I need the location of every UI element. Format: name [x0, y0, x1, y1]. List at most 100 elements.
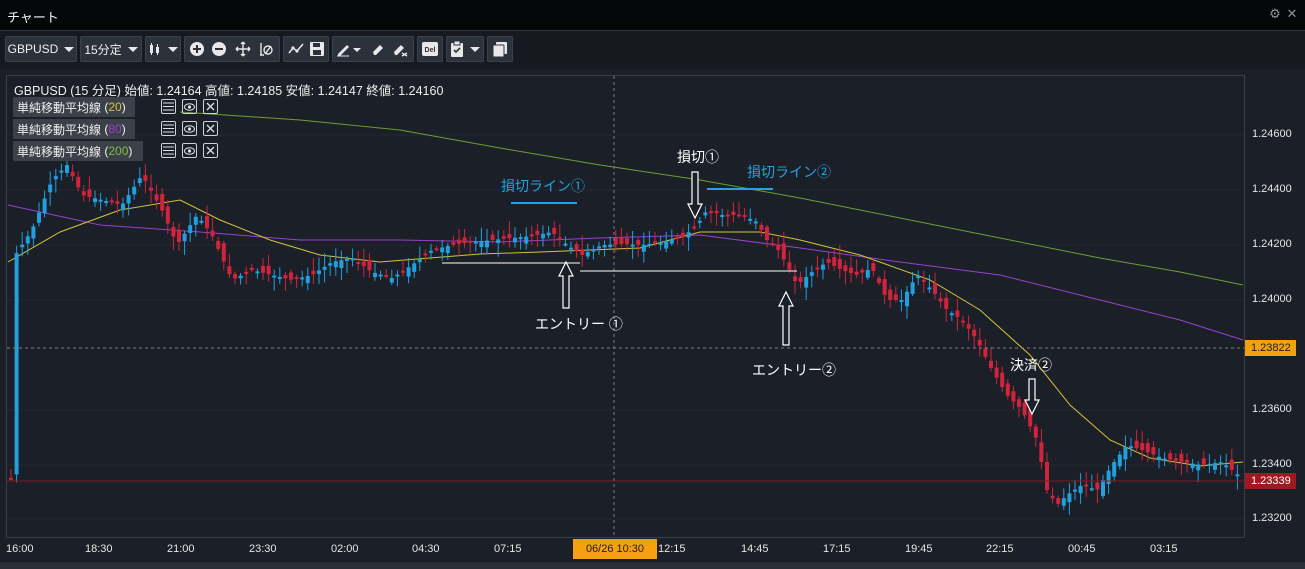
indicator-settings-icon[interactable] — [161, 99, 176, 114]
candle-body — [1229, 459, 1234, 470]
indicator-remove-icon[interactable] — [203, 99, 218, 114]
candle-body — [367, 259, 372, 271]
indicator-visibility-icon[interactable] — [182, 121, 197, 136]
candle-body — [423, 253, 428, 256]
candle-body — [233, 274, 237, 279]
indicator-remove-icon[interactable] — [203, 143, 218, 158]
candle-body — [787, 262, 792, 270]
candle-body — [1185, 459, 1189, 463]
indicator-row-sma20[interactable]: 単純移動平均線 (20) — [13, 97, 135, 117]
candle-body — [731, 211, 736, 215]
candle-body — [1033, 426, 1038, 438]
indicator-remove-icon[interactable] — [203, 121, 218, 136]
entry-2-label: エントリー② — [752, 362, 836, 378]
indicator-visibility-icon[interactable] — [182, 99, 197, 114]
candle-body — [703, 212, 708, 216]
entry-1-label: エントリー ① — [535, 316, 623, 332]
candle-body — [821, 264, 825, 270]
candle-body — [53, 176, 58, 180]
candle-body — [160, 193, 165, 211]
candle-body — [31, 226, 36, 239]
candle-body — [445, 246, 450, 254]
indicator-visibility-icon[interactable] — [182, 143, 197, 158]
candle-body — [569, 247, 573, 250]
candle-body — [809, 272, 814, 276]
candle-body — [9, 477, 13, 480]
candle-body — [893, 294, 898, 300]
candle-body — [1067, 493, 1072, 503]
candle-body — [826, 258, 831, 263]
candle-body — [406, 267, 411, 277]
last-price-tag: 1.23339 — [1245, 473, 1296, 489]
candle-body — [597, 246, 601, 249]
indicator-row-sma200[interactable]: 単純移動平均線 (200) — [13, 141, 143, 161]
candle-body — [171, 226, 176, 237]
indicator-period: 20 — [108, 100, 122, 114]
candle-body — [709, 211, 713, 214]
candle-body — [1056, 498, 1061, 504]
price-tick: 1.23400 — [1252, 458, 1292, 470]
stoploss-1-label: 損切① — [677, 149, 719, 165]
candle-body — [557, 237, 562, 240]
candle-body — [815, 267, 820, 270]
candle-body — [1011, 391, 1016, 402]
candle-body — [48, 184, 53, 193]
candle-body — [1061, 498, 1066, 506]
ohlc-values: 始値: 1.24164 高値: 1.24185 安値: 1.24147 終値: … — [124, 84, 444, 98]
candle-body — [1213, 463, 1217, 470]
candle-body — [994, 367, 999, 378]
candle-body — [126, 195, 131, 204]
candle-body — [681, 232, 685, 238]
candle-body — [1073, 489, 1077, 492]
candle-body — [42, 198, 47, 214]
candle-body — [1140, 443, 1145, 451]
candle-body — [748, 218, 753, 221]
candle-body — [182, 233, 187, 242]
time-tick: 17:15 — [823, 543, 851, 555]
candle-body — [322, 266, 327, 270]
cursor-price-tag: 1.23822 — [1245, 340, 1296, 356]
candle-body — [434, 248, 439, 251]
candle-body — [165, 206, 170, 224]
candle-body — [910, 282, 915, 294]
candle-body — [395, 274, 400, 277]
candle-body — [1101, 480, 1105, 497]
candle-body — [1078, 485, 1083, 494]
time-tick: 00:45 — [1068, 543, 1096, 555]
candle-body — [1084, 484, 1089, 487]
indicator-settings-icon[interactable] — [161, 143, 176, 158]
price-tick: 1.23200 — [1252, 512, 1292, 524]
candle-body — [798, 277, 803, 282]
candle-body — [485, 240, 489, 248]
time-tick: 19:45 — [905, 543, 933, 555]
candle-body — [109, 200, 114, 203]
candle-body — [753, 221, 758, 224]
candle-body — [305, 276, 310, 284]
candle-body — [93, 198, 97, 203]
candle-body — [1117, 454, 1122, 467]
candle-body — [1151, 446, 1156, 455]
candle-body — [524, 236, 529, 244]
candle-body — [636, 239, 641, 245]
candle-body — [1089, 488, 1094, 491]
candle-body — [457, 239, 461, 244]
candle-body — [574, 244, 579, 252]
candle-body — [440, 247, 445, 253]
candle-body — [479, 241, 484, 248]
candle-body — [266, 265, 271, 275]
candle-body — [1162, 458, 1167, 461]
candle-body — [14, 253, 19, 475]
indicator-settings-icon[interactable] — [161, 121, 176, 136]
candle-body — [591, 249, 596, 252]
candle-body — [882, 279, 887, 295]
candle-body — [641, 244, 646, 252]
candle-body — [294, 277, 299, 280]
candle-body — [1050, 495, 1055, 499]
candle-body — [1129, 446, 1133, 449]
candle-body — [658, 242, 663, 245]
indicator-row-sma80[interactable]: 単純移動平均線 (80) — [13, 119, 135, 139]
candle-body — [1123, 447, 1128, 460]
price-tick: 1.24000 — [1252, 293, 1292, 305]
time-tick: 03:15 — [1150, 543, 1178, 555]
candle-body — [1218, 462, 1223, 465]
